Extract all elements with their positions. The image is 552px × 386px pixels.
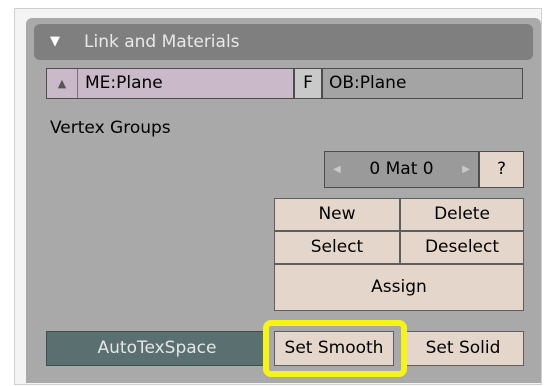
highlight-outline <box>263 320 407 377</box>
material-index-value[interactable]: 0 Mat 0 <box>325 152 478 187</box>
material-index-field[interactable]: ◀ 0 Mat 0 ▶ <box>324 151 479 188</box>
right-arrow-icon[interactable]: ▶ <box>462 152 470 187</box>
autotexspace-toggle[interactable]: AutoTexSpace <box>46 331 268 366</box>
delete-button[interactable]: Delete <box>400 198 524 231</box>
select-button[interactable]: Select <box>274 231 400 264</box>
assign-button[interactable]: Assign <box>274 264 524 311</box>
link-and-materials-panel: ▼ Link and Materials ▲ ME:Plane F OB:Pla… <box>26 18 541 383</box>
object-name-field[interactable]: OB:Plane <box>322 68 523 99</box>
object-name[interactable]: OB:Plane <box>329 69 406 98</box>
set-solid-button[interactable]: Set Solid <box>402 331 524 366</box>
fake-user-button[interactable]: F <box>294 68 322 99</box>
panel-title: Link and Materials <box>84 32 240 52</box>
vertex-groups-label: Vertex Groups <box>50 118 171 138</box>
panel-header[interactable]: ▼ Link and Materials <box>34 24 533 60</box>
triangle-down-icon[interactable]: ▼ <box>50 24 60 60</box>
mesh-datablock-field[interactable]: ▲ ME:Plane <box>46 68 294 99</box>
new-button[interactable]: New <box>274 198 400 231</box>
up-down-arrows-icon[interactable]: ▲ <box>47 69 78 98</box>
mesh-name[interactable]: ME:Plane <box>85 69 163 98</box>
deselect-button[interactable]: Deselect <box>400 231 524 264</box>
material-help-button[interactable]: ? <box>479 151 524 188</box>
